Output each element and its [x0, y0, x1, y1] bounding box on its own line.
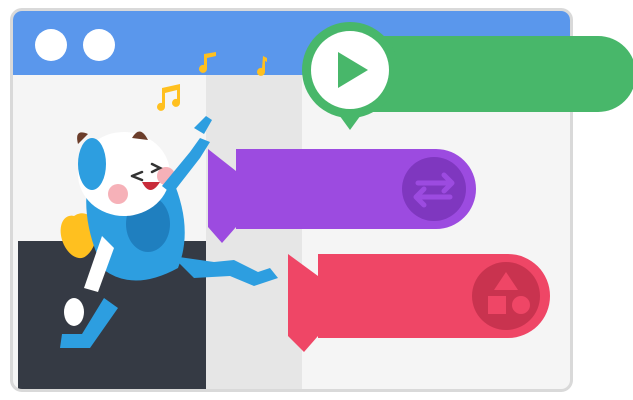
- shapes-icon: [472, 262, 540, 330]
- window-control-dot[interactable]: [83, 29, 115, 61]
- shapes-block[interactable]: [288, 252, 550, 356]
- music-note-icon: [199, 52, 216, 73]
- start-block[interactable]: [298, 22, 633, 132]
- mascot-character: [60, 116, 278, 348]
- music-note-icon: [257, 56, 267, 76]
- window-control-dot[interactable]: [35, 29, 67, 61]
- swap-arrows-icon: [402, 157, 466, 221]
- play-icon[interactable]: [302, 22, 398, 130]
